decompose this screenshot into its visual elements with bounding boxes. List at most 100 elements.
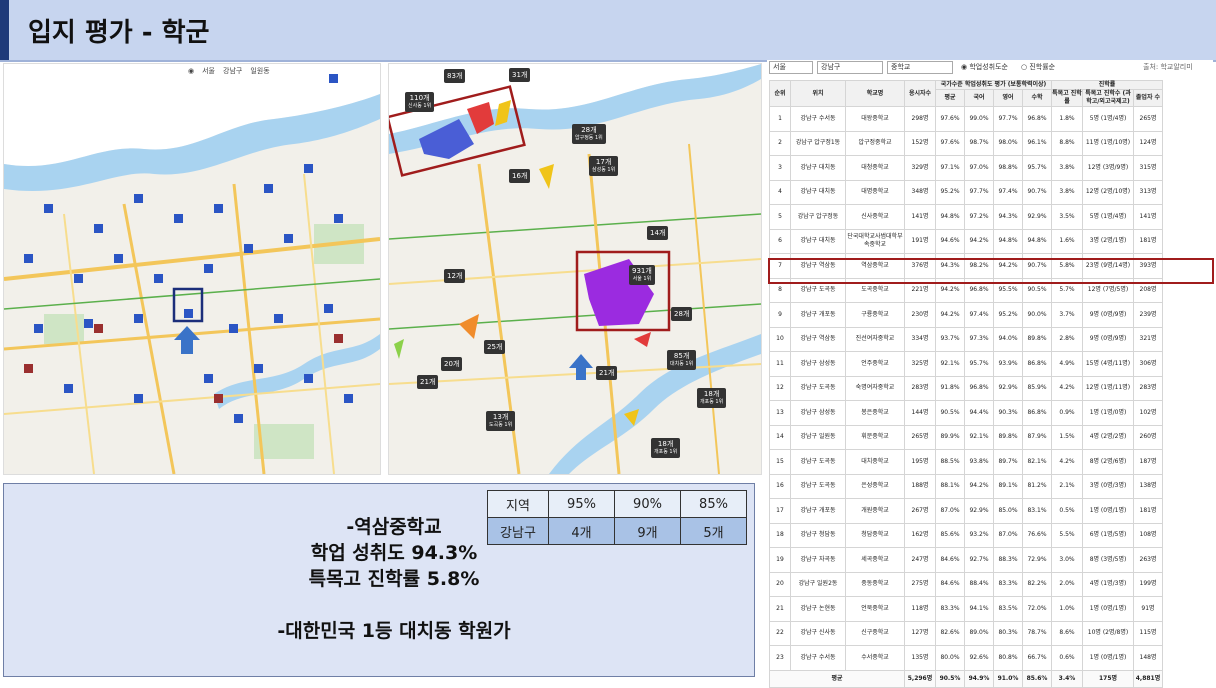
table-cell: 230명 bbox=[904, 302, 936, 328]
map-marker[interactable]: 21개 bbox=[596, 366, 618, 380]
table-cell: 2.1% bbox=[1051, 473, 1083, 499]
table-cell: 80.8% bbox=[993, 645, 1023, 671]
table-cell: 대청중학교 bbox=[845, 155, 905, 181]
table-cell: 신구중학교 bbox=[845, 620, 905, 646]
table-row[interactable]: 2 강남구 압구정1동 압구정중학교 152명 97.6% 98.7% 98.0% 96.1%… bbox=[769, 130, 1163, 156]
map-marker[interactable]: 20개 bbox=[441, 357, 463, 371]
table-row[interactable]: 19 강남구 자곡동 세곡중학교 247명 84.6% 92.7% 88.3% 72.9% 3.… bbox=[769, 547, 1163, 573]
map-marker[interactable]: 28개 압구정동 1위 bbox=[572, 124, 606, 144]
table-cell: 강남구 압구정1동 bbox=[790, 130, 846, 156]
title-bar: 입지 평가 - 학군 bbox=[0, 0, 1216, 62]
map-marker[interactable]: 28개 bbox=[671, 307, 693, 321]
table-row[interactable]: 1 강남구 수서동 대왕중학교 298명 97.6% 99.0% 97.7% 96.8% 1.8… bbox=[769, 106, 1163, 132]
table-cell: 85.0% bbox=[993, 498, 1023, 524]
map-marker[interactable]: 16개 bbox=[509, 169, 531, 183]
table-cell: 315명 bbox=[1133, 155, 1163, 181]
map-marker[interactable]: 21개 bbox=[417, 375, 439, 389]
col-korean[interactable]: 국어 bbox=[964, 89, 994, 107]
avg-cell: 91.0% bbox=[993, 669, 1023, 688]
table-row[interactable]: 4 강남구 대치동 대명중학교 348명 95.2% 97.7% 97.4% 90.7% 3.8… bbox=[769, 179, 1163, 205]
level-select[interactable]: 중학교 bbox=[887, 61, 953, 74]
table-row[interactable]: 11 강남구 삼성동 언주중학교 325명 92.1% 95.7% 93.9% 86.8% 4.… bbox=[769, 351, 1163, 377]
location-sido[interactable]: 서울 bbox=[202, 66, 215, 76]
table-cell: 97.6% bbox=[935, 130, 965, 156]
table-cell: 1.8% bbox=[1051, 106, 1083, 132]
col-takers[interactable]: 응시자수 bbox=[904, 80, 936, 107]
map-marker[interactable]: 110개 신사동 1위 bbox=[405, 92, 435, 112]
table-row[interactable]: 18 강남구 청담동 청담중학교 162명 85.6% 93.2% 87.0% 76.6% 5.… bbox=[769, 522, 1163, 548]
table-cell: 4.2% bbox=[1051, 449, 1083, 475]
table-row[interactable]: 21 강남구 논현동 언북중학교 118명 83.3% 94.1% 83.5% 72.0% 1.… bbox=[769, 596, 1163, 622]
table-cell: 12명 (1명/11명) bbox=[1082, 375, 1134, 401]
table-cell: 휘문중학교 bbox=[845, 424, 905, 450]
map-marker[interactable]: 85개 대치동 1위 bbox=[667, 350, 697, 370]
table-row[interactable]: 6 강남구 대치동 단국대학교사범대학부속중학교 191명 94.6% 94.2% 94.8… bbox=[769, 228, 1163, 254]
table-cell: 3 bbox=[769, 155, 791, 181]
table-cell: 강남구 신사동 bbox=[790, 620, 846, 646]
table-row[interactable]: 22 강남구 신사동 신구중학교 127명 82.6% 89.0% 80.3% 78.7% 8.… bbox=[769, 620, 1163, 646]
col-graduates[interactable]: 졸업자 수 bbox=[1133, 89, 1163, 107]
avg-cell: 90.5% bbox=[935, 669, 965, 688]
location-dong[interactable]: 일원동 bbox=[250, 66, 269, 76]
radio-advancement[interactable]: ○ 진학률순 bbox=[1021, 62, 1055, 72]
school-map-left[interactable]: ◉ 서울 강남구 일원동 bbox=[3, 63, 381, 475]
map-marker[interactable]: 25개 bbox=[484, 340, 506, 354]
location-gu[interactable]: 강남구 bbox=[223, 66, 242, 76]
col-school[interactable]: 학교명 bbox=[845, 80, 905, 107]
table-cell: 191명 bbox=[904, 228, 936, 254]
map-marker[interactable]: 83개 bbox=[444, 69, 466, 83]
col-special-count[interactable]: 특목고 진학수 (과학고/외고국제고) bbox=[1082, 89, 1134, 107]
table-cell: 93.2% bbox=[964, 522, 994, 548]
table-cell: 90.7% bbox=[1022, 179, 1052, 205]
page-title: 입지 평가 - 학군 bbox=[28, 18, 210, 48]
table-cell: 1.5% bbox=[1051, 424, 1083, 450]
table-row[interactable]: 13 강남구 삼성동 봉은중학교 144명 90.5% 94.4% 90.3% 86.8% 0.… bbox=[769, 400, 1163, 426]
col-english[interactable]: 영어 bbox=[993, 89, 1023, 107]
table-row[interactable]: 23 강남구 수서동 수서중학교 135명 80.0% 92.6% 80.8% 66.7% 0.… bbox=[769, 645, 1163, 671]
sido-select[interactable]: 서울 bbox=[769, 61, 813, 74]
map-marker[interactable]: 31개 bbox=[509, 68, 531, 82]
col-math[interactable]: 수학 bbox=[1022, 89, 1052, 107]
map-marker[interactable]: 13개 도곡동 1위 bbox=[486, 411, 516, 431]
map-marker[interactable]: 12개 bbox=[444, 269, 466, 283]
table-row[interactable]: 12 강남구 도곡동 숙명여자중학교 283명 91.8% 96.8% 92.9% 85.9%… bbox=[769, 375, 1163, 401]
table-row[interactable]: 17 강남구 개포동 개원중학교 267명 87.0% 92.9% 85.0% 83.1% 0.… bbox=[769, 498, 1163, 524]
map-marker[interactable]: 14개 bbox=[647, 226, 669, 240]
table-row[interactable]: 9 강남구 개포동 구룡중학교 230명 94.2% 97.4% 95.2% 90.0% 3.7… bbox=[769, 302, 1163, 328]
table-cell: 대왕중학교 bbox=[845, 106, 905, 132]
map-marker[interactable]: 18개 개포동 1위 bbox=[651, 438, 681, 458]
radio-achievement[interactable]: ◉ 학업성취도순 bbox=[961, 62, 1008, 72]
table-cell: 267명 bbox=[904, 498, 936, 524]
table-row[interactable]: 10 강남구 역삼동 진선여자중학교 334명 93.7% 97.3% 94.0% 89.8%… bbox=[769, 326, 1163, 352]
table-cell: 4명 (1명/3명) bbox=[1082, 571, 1134, 597]
table-cell: 17 bbox=[769, 498, 791, 524]
academy-map-right[interactable]: 83개 31개 110개 신사동 1위 28개 압구정동 1위 17개 삼성동 … bbox=[388, 63, 762, 475]
table-cell: 265명 bbox=[1133, 106, 1163, 132]
map-marker[interactable]: 18개 개포동 1위 bbox=[697, 388, 727, 408]
table-row[interactable]: 16 강남구 도곡동 은성중학교 188명 88.1% 94.2% 89.1% 81.2% 2.… bbox=[769, 473, 1163, 499]
table-cell: 89.9% bbox=[935, 424, 965, 450]
col-special-rate[interactable]: 특목고 진학률 bbox=[1051, 89, 1083, 107]
left-map-location-bar[interactable]: ◉ 서울 강남구 일원동 bbox=[184, 64, 274, 78]
table-row[interactable]: 15 강남구 도곡동 대치중학교 195명 88.5% 93.8% 89.7% 82.1% 4.… bbox=[769, 449, 1163, 475]
map-marker[interactable]: 931개 서울 1위 bbox=[629, 265, 655, 285]
table-cell: 4명 (2명/2명) bbox=[1082, 424, 1134, 450]
gu-select[interactable]: 강남구 bbox=[817, 61, 883, 74]
table-cell: 9명 (0명/9명) bbox=[1082, 326, 1134, 352]
table-cell: 98.0% bbox=[993, 130, 1023, 156]
table-cell: 강남구 청담동 bbox=[790, 522, 846, 548]
table-row[interactable]: 14 강남구 일원동 휘문중학교 265명 89.9% 92.1% 89.8% 87.9% 1.… bbox=[769, 424, 1163, 450]
col-location[interactable]: 위치 bbox=[790, 80, 846, 107]
table-cell: 298명 bbox=[904, 106, 936, 132]
table-row[interactable]: 3 강남구 대치동 대청중학교 329명 97.1% 97.0% 98.8% 95.7% 3.8… bbox=[769, 155, 1163, 181]
table-cell: 1.0% bbox=[1051, 596, 1083, 622]
table-row[interactable]: 20 강남구 일원2동 중동중학교 275명 84.6% 88.4% 83.3% 82.2% 2… bbox=[769, 571, 1163, 597]
col-rank[interactable]: 순위 bbox=[769, 80, 791, 107]
marker-rank: 도곡동 1위 bbox=[489, 422, 513, 428]
table-row[interactable]: 5 강남구 압구정동 신사중학교 141명 94.8% 97.2% 94.3% 92.9% 3.… bbox=[769, 204, 1163, 230]
table-cell: 89.7% bbox=[993, 449, 1023, 475]
table-cell: 86.8% bbox=[1022, 400, 1052, 426]
col-avg[interactable]: 평균 bbox=[935, 89, 965, 107]
avg-cell: 94.9% bbox=[964, 669, 994, 688]
map-marker[interactable]: 17개 삼성동 1위 bbox=[589, 156, 619, 176]
